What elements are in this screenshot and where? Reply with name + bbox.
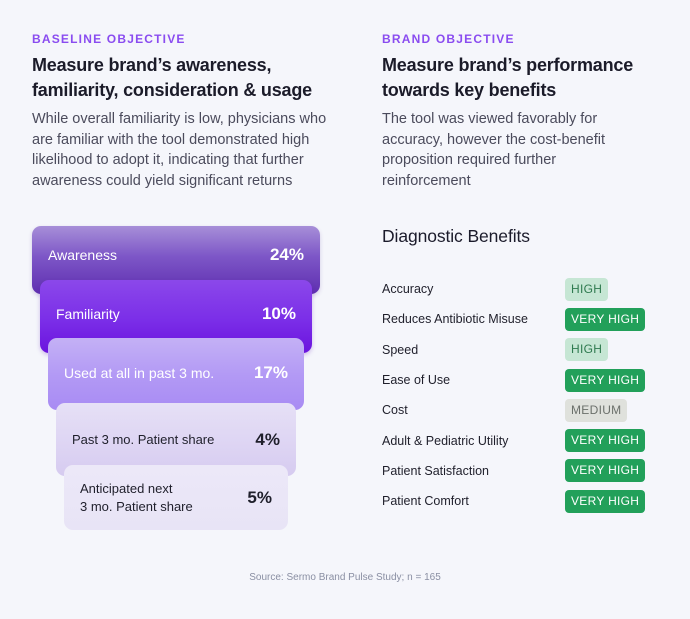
brand-title: Measure brand’s performance towards key …: [382, 55, 634, 100]
benefit-name: Speed: [382, 342, 419, 357]
brand-eyebrow: BRAND OBJECTIVE: [382, 32, 515, 46]
funnel-stage-label: Used at all in past 3 mo.: [64, 365, 215, 381]
rating-badge: HIGH: [565, 338, 609, 362]
benefit-row: Speed HIGH: [382, 335, 672, 365]
baseline-objective-section: BASELINE OBJECTIVE Measure brand’s aware…: [32, 32, 342, 191]
benefit-name: Cost: [382, 403, 408, 418]
benefit-name: Ease of Use: [382, 373, 451, 388]
benefit-row: Patient Comfort VERY HIGH: [382, 486, 672, 516]
rating-badge: VERY HIGH: [565, 368, 646, 392]
benefit-name: Reduces Antibiotic Misuse: [382, 312, 528, 327]
baseline-eyebrow: BASELINE OBJECTIVE: [32, 32, 186, 46]
funnel-stage-label: Anticipated next 3 mo. Patient share: [80, 480, 193, 514]
funnel-stage-anticipated-patient-share: Anticipated next 3 mo. Patient share 5%: [64, 465, 288, 530]
source-note: Source: Sermo Brand Pulse Study; n = 165: [249, 572, 441, 583]
benefit-name: Adult & Pediatric Utility: [382, 433, 509, 448]
benefit-name: Patient Comfort: [382, 494, 469, 509]
benefits-title: Diagnostic Benefits: [382, 226, 530, 246]
brand-objective-section: BRAND OBJECTIVE Measure brand’s performa…: [382, 32, 672, 191]
benefit-list: Accuracy HIGH Reduces Antibiotic Misuse …: [382, 274, 672, 516]
rating-badge: VERY HIGH: [565, 459, 646, 483]
benefit-row: Reduces Antibiotic Misuse VERY HIGH: [382, 304, 672, 334]
diagnostic-benefits: Diagnostic Benefits Accuracy HIGH Reduce…: [382, 226, 672, 516]
benefit-row: Patient Satisfaction VERY HIGH: [382, 456, 672, 486]
funnel-stage-used-past-3mo: Used at all in past 3 mo. 17%: [48, 338, 304, 410]
baseline-description: While overall familiarity is low, physic…: [32, 111, 327, 189]
benefit-row: Ease of Use VERY HIGH: [382, 365, 672, 395]
benefit-name: Accuracy: [382, 282, 434, 297]
baseline-title: Measure brand’s awareness, familiarity, …: [32, 55, 312, 100]
benefit-row: Adult & Pediatric Utility VERY HIGH: [382, 425, 672, 455]
rating-badge: MEDIUM: [565, 398, 628, 422]
rating-badge: VERY HIGH: [565, 307, 646, 331]
benefit-row: Cost MEDIUM: [382, 395, 672, 425]
funnel-stage-value: 24%: [269, 245, 304, 264]
funnel-stage-value: 10%: [261, 303, 296, 323]
rating-badge: VERY HIGH: [565, 429, 646, 453]
funnel-stage-value: 5%: [247, 487, 272, 507]
benefit-name: Patient Satisfaction: [382, 463, 490, 478]
funnel-stage-label: Familiarity: [56, 305, 120, 322]
rating-badge: HIGH: [565, 277, 609, 301]
rating-badge: VERY HIGH: [565, 489, 646, 513]
brand-description: The tool was viewed favorably for accura…: [382, 111, 605, 189]
funnel-stage-value: 4%: [255, 429, 280, 449]
benefit-row: Accuracy HIGH: [382, 274, 672, 304]
funnel-stage-value: 17%: [253, 363, 288, 382]
funnel-stage-label: Awareness: [48, 247, 118, 263]
funnel-stage-label: Past 3 mo. Patient share: [72, 431, 215, 447]
